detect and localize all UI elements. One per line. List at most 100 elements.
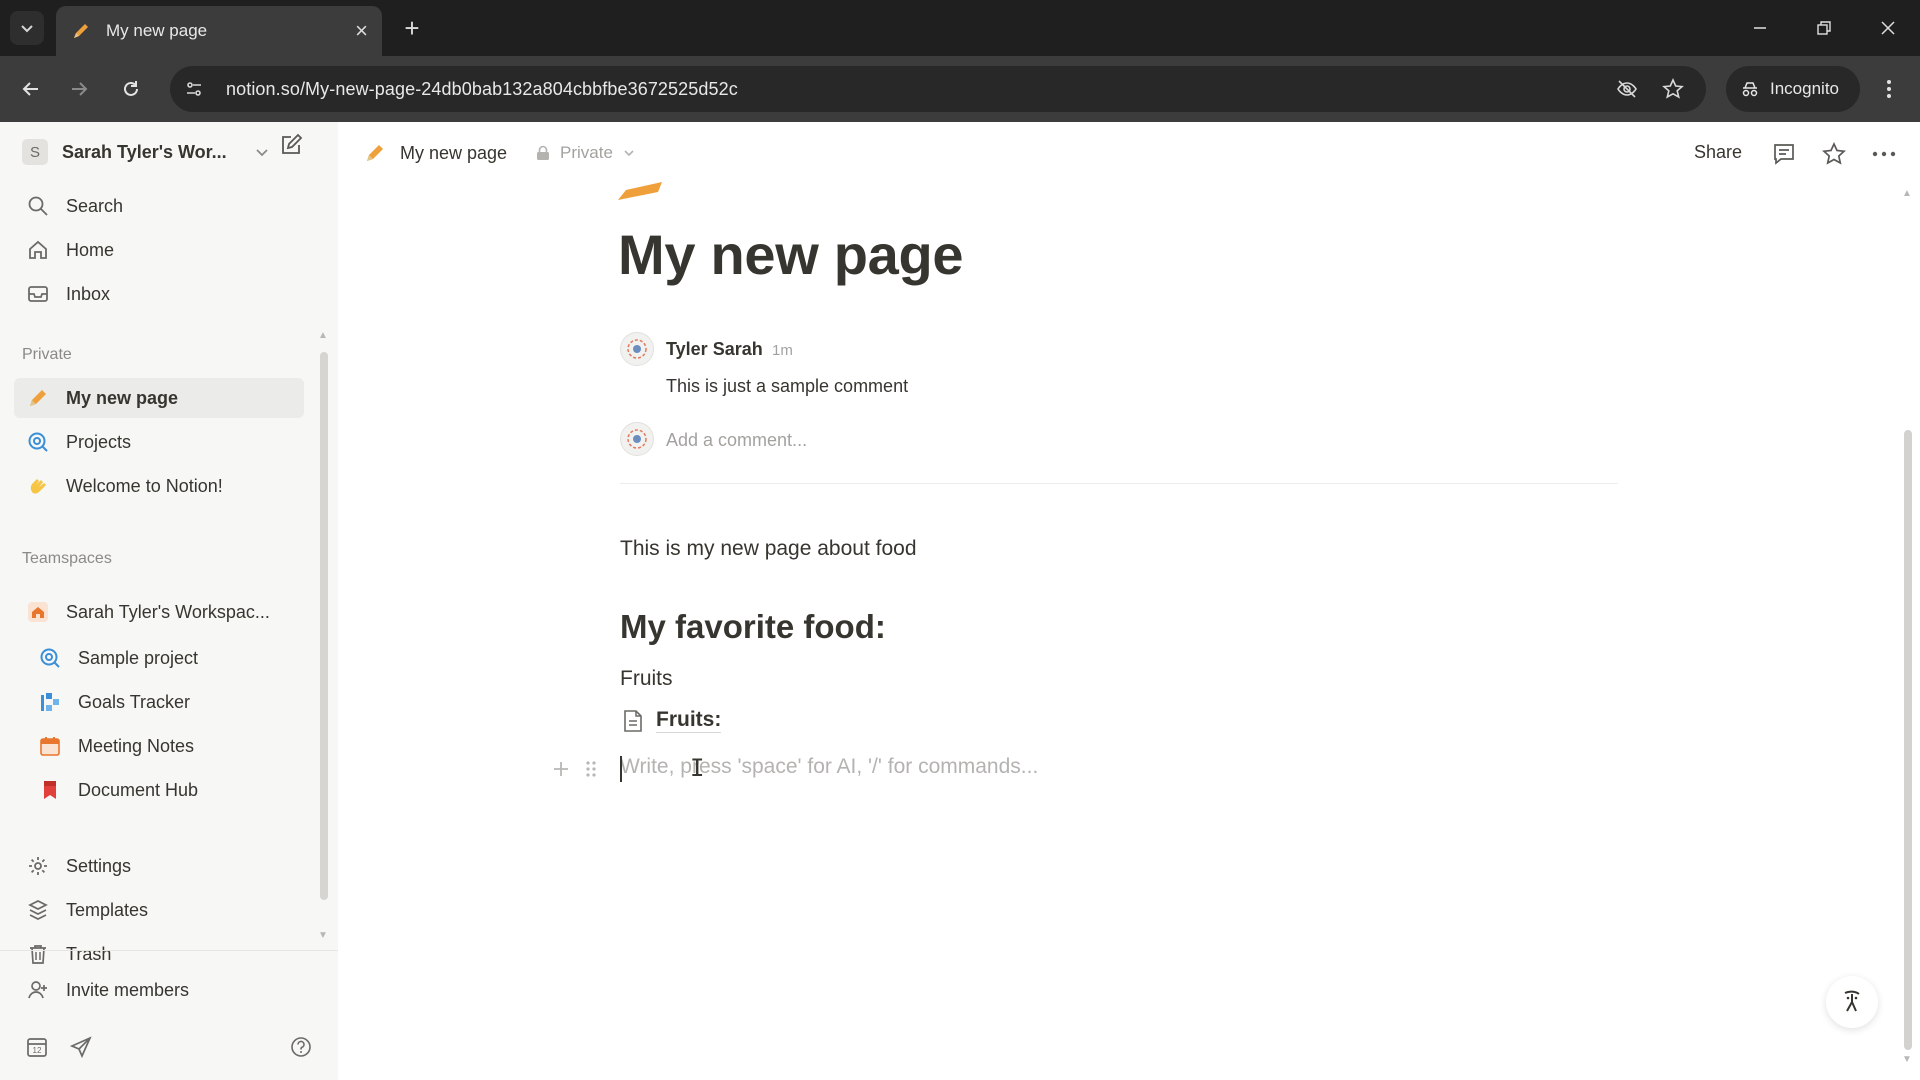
svg-text:12: 12: [33, 1046, 42, 1055]
browser-tab-active[interactable]: My new page ×: [56, 6, 382, 56]
back-icon[interactable]: [14, 72, 48, 106]
wave-icon: [24, 472, 52, 500]
sidebar-item-teamspace[interactable]: Sarah Tyler's Workspac...: [14, 592, 304, 632]
browser-tab-bar: My new page × +: [0, 0, 1920, 56]
tab-title: My new page: [106, 21, 208, 40]
workspace-avatar: S: [22, 139, 48, 165]
main-scrollbar[interactable]: [1904, 430, 1912, 1050]
tab-search-dropdown[interactable]: [10, 11, 44, 45]
minimize-icon[interactable]: [1740, 12, 1780, 44]
comments-icon[interactable]: [1768, 138, 1800, 170]
sidebar-item-my-new-page[interactable]: My new page: [14, 378, 304, 418]
chevron-down-icon: [21, 25, 33, 33]
sidebar-item-label: Trash: [66, 943, 112, 964]
more-options-icon[interactable]: [1868, 138, 1900, 170]
pencil-icon: [24, 384, 52, 412]
sidebar-item-search[interactable]: Search: [14, 186, 304, 226]
incognito-badge[interactable]: Incognito: [1726, 66, 1860, 112]
sidebar-item-label: Goals Tracker: [78, 691, 191, 712]
calendar-icon: [36, 732, 64, 760]
sidebar-scroll-up-icon[interactable]: ▲: [318, 330, 328, 341]
workspace-name: Sarah Tyler's Wor...: [62, 141, 227, 162]
new-tab-icon[interactable]: +: [396, 12, 428, 44]
sidebar-item-label: Sample project: [78, 647, 199, 668]
lock-icon: [536, 145, 550, 161]
comment-divider: [620, 483, 1618, 484]
target-icon: [24, 428, 52, 456]
privacy-label: Private: [560, 143, 613, 162]
section-label-teamspaces: Teamspaces: [22, 550, 112, 567]
text-block[interactable]: This is my new page about food: [620, 537, 917, 561]
drag-handle-icon[interactable]: [578, 756, 604, 782]
breadcrumb-label: My new page: [400, 142, 508, 163]
browser-menu-icon[interactable]: [1872, 72, 1906, 106]
send-icon[interactable]: [66, 1032, 96, 1062]
gear-icon: [24, 852, 52, 880]
sidebar-item-sample-project[interactable]: Sample project: [26, 638, 304, 678]
incognito-icon: [1742, 82, 1758, 97]
eye-off-icon[interactable]: [1610, 72, 1644, 106]
help-icon[interactable]: [286, 1032, 316, 1062]
add-user-icon: [24, 976, 52, 1004]
sidebar-item-label: Meeting Notes: [78, 735, 195, 756]
breadcrumb[interactable]: My new page: [364, 142, 507, 164]
privacy-dropdown[interactable]: Private: [536, 143, 635, 163]
sidebar-item-document-hub[interactable]: Document Hub: [26, 770, 304, 810]
bookmark-icon: [36, 776, 64, 804]
sidebar-divider: [0, 950, 338, 951]
invite-members-button[interactable]: Invite members: [14, 970, 304, 1010]
restore-icon[interactable]: [1804, 12, 1844, 44]
new-page-icon[interactable]: [276, 130, 306, 160]
add-comment-input[interactable]: Add a comment...: [666, 430, 807, 451]
sidebar: S Sarah Tyler's Wor... Search Home Inbox…: [0, 122, 338, 1080]
sidebar-item-meeting-notes[interactable]: Meeting Notes: [26, 726, 304, 766]
browser-toolbar: notion.so/My-new-page-24db0bab132a804cbb…: [0, 56, 1920, 122]
heading-block[interactable]: My favorite food:: [620, 608, 886, 646]
url-text: notion.so/My-new-page-24db0bab132a804cbb…: [226, 78, 738, 99]
sidebar-item-projects[interactable]: Projects: [14, 422, 304, 462]
close-window-icon[interactable]: [1868, 12, 1908, 44]
trash-icon: [24, 940, 52, 968]
text-caret: [620, 756, 622, 782]
goals-icon: [36, 688, 64, 716]
sidebar-item-home[interactable]: Home: [14, 230, 304, 270]
page-emoji-icon[interactable]: [618, 182, 662, 205]
sidebar-item-settings[interactable]: Settings: [14, 846, 304, 886]
main-scroll-up-icon[interactable]: ▲: [1902, 188, 1912, 199]
forward-icon[interactable]: [62, 72, 96, 106]
share-button[interactable]: Share: [1694, 142, 1742, 163]
sidebar-item-label: Document Hub: [78, 779, 199, 800]
address-bar[interactable]: notion.so/My-new-page-24db0bab132a804cbb…: [170, 66, 1706, 112]
subpage-label: Fruits:: [656, 708, 722, 733]
bookmark-star-icon[interactable]: [1656, 72, 1690, 106]
sidebar-scrollbar[interactable]: [320, 352, 328, 900]
sidebar-item-inbox[interactable]: Inbox: [14, 274, 304, 314]
sidebar-item-label: Settings: [66, 855, 132, 876]
block-input[interactable]: Write, press 'space' for AI, '/' for com…: [620, 755, 1038, 779]
favorite-star-icon[interactable]: [1818, 138, 1850, 170]
reload-icon[interactable]: [114, 72, 148, 106]
sidebar-item-label: Sarah Tyler's Workspac...: [66, 601, 270, 622]
sidebar-item-label: My new page: [66, 387, 179, 408]
pencil-icon: [364, 142, 386, 164]
calendar-app-icon[interactable]: 12: [22, 1032, 52, 1062]
comment-text: This is just a sample comment: [666, 376, 909, 396]
section-label-private: Private: [22, 346, 72, 363]
main-scroll-down-icon[interactable]: ▼: [1902, 1054, 1912, 1065]
page-icon: [622, 709, 644, 733]
sidebar-item-templates[interactable]: Templates: [14, 890, 304, 930]
sidebar-item-trash[interactable]: Trash: [14, 934, 304, 974]
home-icon: [24, 236, 52, 264]
tab-close-icon[interactable]: ×: [355, 20, 368, 42]
sidebar-item-goals-tracker[interactable]: Goals Tracker: [26, 682, 304, 722]
notion-ai-button[interactable]: [1826, 976, 1878, 1028]
page-title[interactable]: My new page: [618, 222, 964, 287]
sidebar-scroll-down-icon[interactable]: ▼: [318, 930, 328, 941]
add-block-icon[interactable]: [548, 756, 574, 782]
site-info-icon[interactable]: [176, 71, 212, 107]
sidebar-item-welcome[interactable]: Welcome to Notion!: [14, 466, 304, 506]
subpage-link[interactable]: Fruits:: [622, 708, 722, 733]
chevron-down-icon: [623, 147, 635, 159]
comment-author: Tyler Sarah: [666, 339, 763, 359]
text-block[interactable]: Fruits: [620, 667, 673, 691]
